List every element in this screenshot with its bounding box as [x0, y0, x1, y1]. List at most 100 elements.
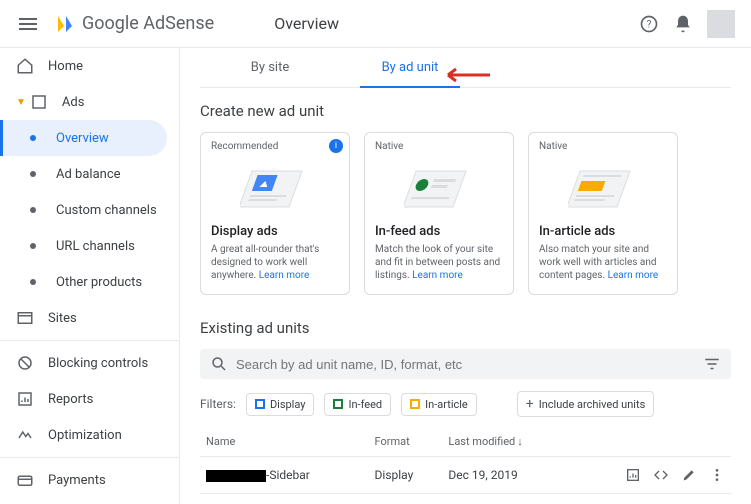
inarticle-illustration-icon: [539, 158, 667, 218]
sidebar-item-account[interactable]: Account: [0, 498, 179, 504]
main-content: By site By ad unit Create new ad unit Re…: [180, 0, 751, 504]
card-infeed-ads[interactable]: Native In-feed ads Match the look of you…: [364, 132, 514, 295]
sidebar-item-payments[interactable]: Payments: [0, 462, 179, 498]
code-icon[interactable]: [653, 467, 669, 483]
sidebar-label: Overview: [56, 131, 109, 146]
sidebar-label: Reports: [48, 392, 93, 407]
square-icon: [255, 399, 265, 409]
bullet-icon: [30, 171, 36, 177]
optimization-icon: [16, 426, 34, 444]
home-icon: [16, 57, 34, 75]
chip-display[interactable]: Display: [246, 393, 315, 416]
bullet-icon: [30, 279, 36, 285]
card-title: In-article ads: [539, 224, 667, 239]
sidebar-label: Blocking controls: [48, 356, 148, 371]
filters-row: Filters: Display In-feed In-article +Inc…: [200, 391, 731, 417]
sidebar-item-sites[interactable]: Sites: [0, 300, 179, 336]
topbar: Google AdSense Overview ?: [0, 0, 751, 48]
sidebar-item-overview[interactable]: Overview: [0, 120, 167, 156]
sidebar-label: Other products: [56, 275, 142, 290]
bell-icon[interactable]: [673, 14, 693, 34]
square-icon: [410, 399, 420, 409]
cell-name: Horizontal ad unit: [200, 494, 369, 504]
search-input[interactable]: [236, 357, 703, 372]
table-row[interactable]: Horizontal ad unit Display Sep 7, 2019: [200, 494, 731, 504]
cell-name: -Sidebar: [200, 457, 369, 494]
tab-by-site[interactable]: By site: [200, 48, 340, 87]
redacted-text: [206, 470, 266, 482]
sidebar-item-custom-channels[interactable]: Custom channels: [0, 192, 179, 228]
chip-inarticle[interactable]: In-article: [401, 393, 477, 416]
card-desc: A great all-rounder that's designed to w…: [211, 243, 339, 282]
card-row: Recommended i Display ads A great all-ro…: [200, 132, 731, 295]
cell-format: Display: [369, 494, 443, 504]
section-title-existing: Existing ad units: [200, 319, 731, 337]
card-tag: Native: [539, 141, 667, 152]
bullet-icon: [30, 243, 36, 249]
bullet-icon: [30, 207, 36, 213]
adsense-logo-icon: [52, 12, 76, 36]
chip-include-archived[interactable]: +Include archived units: [517, 391, 655, 417]
avatar[interactable]: [707, 10, 735, 38]
page-title: Overview: [274, 14, 339, 33]
section-title-create: Create new ad unit: [200, 102, 731, 120]
filters-label: Filters:: [200, 397, 236, 411]
card-inarticle-ads[interactable]: Native In-article ads Also match your si…: [528, 132, 678, 295]
card-desc: Match the look of your site and fit in b…: [375, 243, 503, 282]
report-icon[interactable]: [625, 467, 641, 483]
sidebar-item-url-channels[interactable]: URL channels: [0, 228, 179, 264]
edit-icon[interactable]: [681, 467, 697, 483]
plus-icon: +: [526, 396, 534, 412]
info-icon[interactable]: i: [329, 139, 343, 153]
search-icon: [210, 355, 228, 373]
sidebar-item-optimization[interactable]: Optimization: [0, 417, 179, 453]
sidebar-item-ads[interactable]: ▼ Ads: [0, 84, 179, 120]
search-bar[interactable]: [200, 349, 731, 379]
brand-text: Google AdSense: [82, 13, 214, 34]
sidebar-item-reports[interactable]: Reports: [0, 381, 179, 417]
sidebar-item-other-products[interactable]: Other products: [0, 264, 179, 300]
learn-more-link[interactable]: Learn more: [259, 270, 310, 281]
cell-format: Display: [369, 457, 443, 494]
card-desc: Also match your site and work well with …: [539, 243, 667, 282]
help-icon[interactable]: ?: [639, 14, 659, 34]
bullet-icon: [30, 135, 36, 141]
sidebar-label: Ads: [62, 95, 85, 110]
ads-icon: [30, 93, 48, 111]
logo[interactable]: Google AdSense: [52, 12, 214, 36]
sort-desc-icon: ↓: [517, 435, 523, 448]
sidebar-label: Custom channels: [56, 203, 157, 218]
more-vert-icon[interactable]: [709, 467, 725, 483]
cell-modified: Sep 7, 2019: [442, 494, 568, 504]
cell-modified: Dec 19, 2019: [442, 457, 568, 494]
table-row[interactable]: -Sidebar Display Dec 19, 2019: [200, 457, 731, 494]
sidebar-item-home[interactable]: Home: [0, 48, 179, 84]
sidebar-label: Payments: [48, 473, 106, 488]
svg-text:?: ?: [647, 19, 652, 30]
sidebar-label: Sites: [48, 311, 77, 326]
chip-infeed[interactable]: In-feed: [324, 393, 391, 416]
learn-more-link[interactable]: Learn more: [412, 270, 463, 281]
card-title: Display ads: [211, 224, 339, 239]
reports-icon: [16, 390, 34, 408]
filter-list-icon[interactable]: [703, 355, 721, 373]
sidebar-item-blocking[interactable]: Blocking controls: [0, 345, 179, 381]
th-format[interactable]: Format: [369, 427, 443, 457]
ad-units-table: Name Format Last modified↓ -Sidebar Disp…: [200, 427, 731, 504]
square-icon: [333, 399, 343, 409]
caret-down-icon: ▼: [16, 97, 26, 108]
card-title: In-feed ads: [375, 224, 503, 239]
card-tag: Recommended: [211, 141, 339, 152]
sidebar-label: Ad balance: [56, 167, 121, 182]
hamburger-icon[interactable]: [16, 12, 40, 36]
sidebar: Home ▼ Ads Overview Ad balance Custom cha…: [0, 0, 180, 504]
card-display-ads[interactable]: Recommended i Display ads A great all-ro…: [200, 132, 350, 295]
sidebar-item-ad-balance[interactable]: Ad balance: [0, 156, 179, 192]
learn-more-link[interactable]: Learn more: [608, 270, 659, 281]
sidebar-label: Home: [48, 59, 83, 74]
red-arrow-annotation: [440, 66, 490, 84]
th-last-modified[interactable]: Last modified↓: [442, 427, 568, 457]
block-icon: [16, 354, 34, 372]
th-name[interactable]: Name: [200, 427, 369, 457]
sidebar-label: Optimization: [48, 428, 122, 443]
